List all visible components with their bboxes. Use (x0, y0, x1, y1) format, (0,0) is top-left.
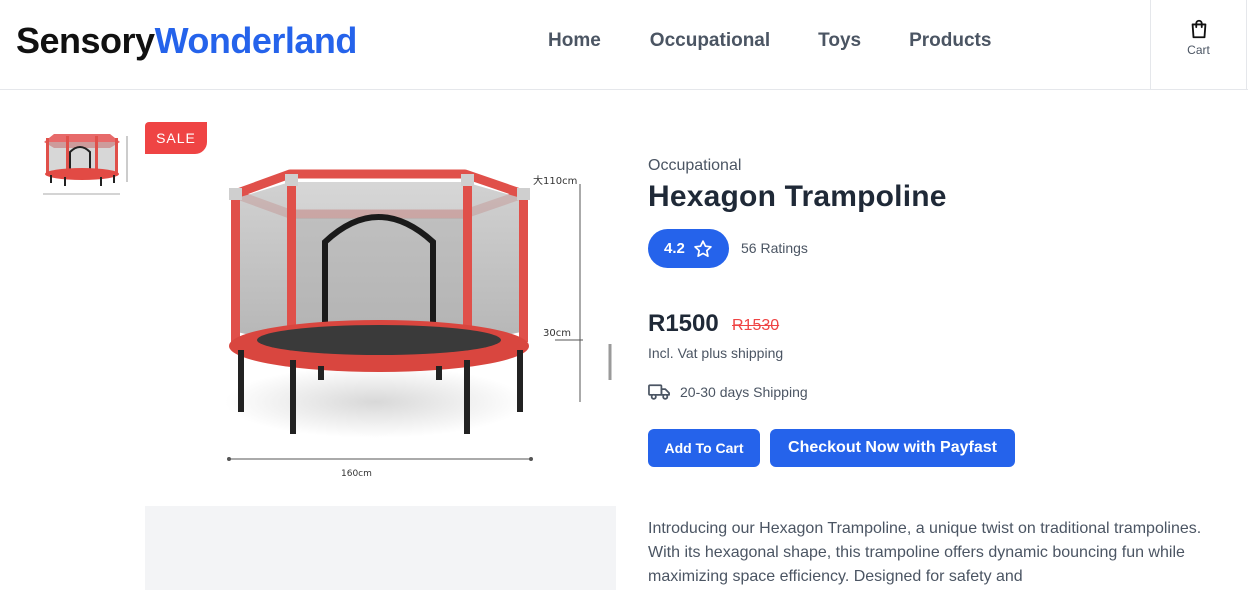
rating-badge: 4.2 (648, 229, 729, 268)
truck-icon (648, 384, 670, 400)
dimension-leg-label: 30cm (543, 328, 571, 339)
cart-button[interactable]: Cart (1150, 0, 1247, 90)
logo-part-sensory: Sensory (16, 20, 155, 61)
product-thumbnail[interactable] (40, 128, 132, 200)
star-icon (694, 239, 712, 257)
product-title: Hexagon Trampoline (648, 180, 947, 213)
logo-part-wonderland: Wonderland (154, 20, 358, 61)
shipping-text: 20-30 days Shipping (680, 384, 808, 400)
sale-badge: SALE (145, 122, 207, 154)
secondary-image-placeholder (145, 506, 616, 590)
shopping-bag-icon (1191, 19, 1206, 39)
vat-note: Incl. Vat plus shipping (648, 345, 784, 361)
add-to-cart-button[interactable]: Add To Cart (648, 429, 760, 467)
site-logo[interactable]: SensoryWonderland (16, 19, 357, 63)
nav-toys[interactable]: Toys (818, 29, 861, 53)
nav-occupational[interactable]: Occupational (650, 29, 770, 53)
ratings-count: 56 Ratings (741, 240, 808, 256)
current-price: R1500 (648, 310, 719, 337)
rating-value: 4.2 (664, 240, 685, 257)
checkout-payfast-button[interactable]: Checkout Now with Payfast (770, 429, 1015, 467)
original-price: R1530 (732, 317, 780, 334)
shipping-info: 20-30 days Shipping (648, 383, 808, 401)
dimension-width-label: 160cm (341, 469, 372, 479)
product-description: Introducing our Hexagon Trampoline, a un… (648, 520, 1202, 585)
nav-home[interactable]: Home (548, 29, 601, 53)
product-main-image[interactable]: 大110cm 30cm 160cm (145, 122, 616, 502)
nav-products[interactable]: Products (909, 29, 991, 53)
cart-label: Cart (1187, 43, 1210, 57)
site-header: SensoryWonderland Home Occupational Toys… (0, 0, 1248, 90)
product-category[interactable]: Occupational (648, 157, 741, 175)
main-nav: Home Occupational Toys Products (548, 29, 991, 53)
dimension-height-label: 大110cm (533, 174, 577, 187)
